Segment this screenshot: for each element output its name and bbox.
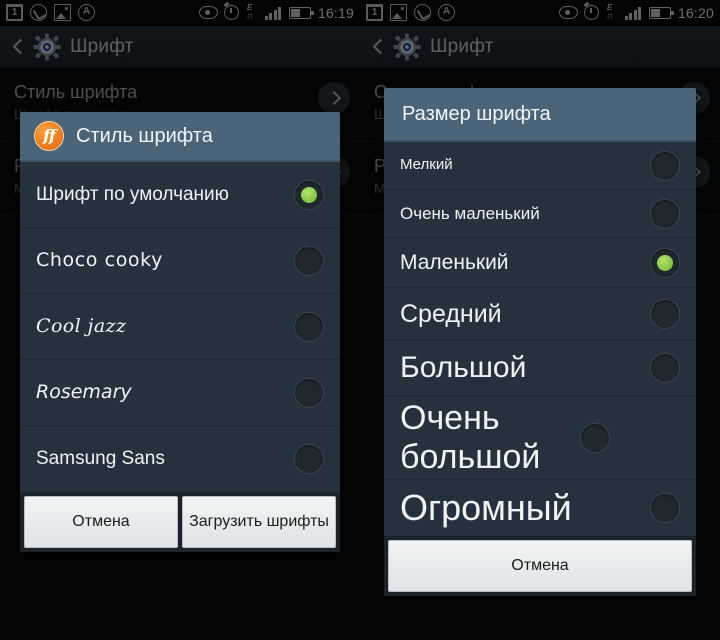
dialog-header: ff Стиль шрифта [20, 112, 340, 162]
font-size-option-list: Мелкий Очень маленький Маленький Средний… [384, 142, 696, 536]
option-label: Choco cooky [36, 248, 163, 271]
radio-button[interactable] [650, 198, 680, 229]
left-phone-screen: E ↓↑ 16:19 [0, 0, 360, 640]
download-fonts-button[interactable]: Загрузить шрифты [182, 496, 336, 548]
list-item[interactable]: Мелкий [384, 142, 696, 190]
dialog-title: Стиль шрифта [76, 124, 213, 147]
list-item[interactable]: Rosemary [20, 360, 340, 426]
dialog-footer: Отмена Загрузить шрифты [20, 492, 340, 552]
dialog-header: Размер шрифта [384, 88, 696, 142]
right-phone-screen: E ↓↑ 16:20 [360, 0, 720, 640]
option-label: Очень большой [400, 399, 541, 476]
option-label: Rosemary [36, 380, 132, 403]
list-item[interactable]: Огромный [384, 480, 696, 536]
font-style-option-list: Шрифт по умолчанию Choco cooky Cool jazz… [20, 162, 340, 492]
font-size-dialog: Размер шрифта Мелкий Очень маленький Мал… [384, 88, 696, 596]
radio-button[interactable] [294, 179, 324, 210]
radio-button[interactable] [294, 245, 324, 276]
list-item[interactable]: Очень большой [384, 396, 696, 480]
cancel-button[interactable]: Отмена [24, 496, 178, 548]
radio-button[interactable] [650, 247, 680, 278]
radio-button[interactable] [650, 298, 680, 329]
list-item[interactable]: Очень маленький [384, 190, 696, 238]
list-item[interactable]: Шрифт по умолчанию [20, 162, 340, 228]
dual-screenshot: E ↓↑ 16:19 [0, 0, 720, 640]
option-label: Маленький [400, 250, 509, 274]
cancel-button[interactable]: Отмена [388, 540, 692, 592]
dialog-title: Размер шрифта [402, 102, 551, 125]
option-label: Мелкий [400, 156, 453, 174]
option-label: Очень маленький [400, 203, 540, 223]
list-item[interactable]: Большой [384, 340, 696, 396]
list-item[interactable]: Cool jazz [20, 294, 340, 360]
radio-button[interactable] [294, 377, 324, 408]
option-label: Samsung Sans [36, 448, 165, 470]
radio-button[interactable] [294, 311, 324, 342]
ff-font-icon: ff [34, 121, 64, 151]
dialog-footer: Отмена [384, 536, 696, 596]
list-item[interactable]: Маленький [384, 238, 696, 288]
radio-button[interactable] [294, 444, 324, 474]
option-label: Большой [400, 350, 527, 384]
ff-icon-text: ff [43, 126, 56, 145]
option-label: Шрифт по умолчанию [36, 183, 229, 205]
option-label: Огромный [400, 486, 572, 528]
radio-button[interactable] [650, 493, 680, 523]
option-label: Cool jazz [36, 314, 127, 337]
radio-button[interactable] [580, 422, 610, 453]
radio-button[interactable] [650, 150, 680, 181]
option-label: Средний [400, 299, 502, 328]
font-style-dialog: ff Стиль шрифта Шрифт по умолчанию Choco… [20, 112, 340, 552]
list-item[interactable]: Choco cooky [20, 228, 340, 294]
radio-button[interactable] [650, 352, 680, 383]
list-item[interactable]: Средний [384, 288, 696, 340]
list-item[interactable]: Samsung Sans [20, 426, 340, 492]
